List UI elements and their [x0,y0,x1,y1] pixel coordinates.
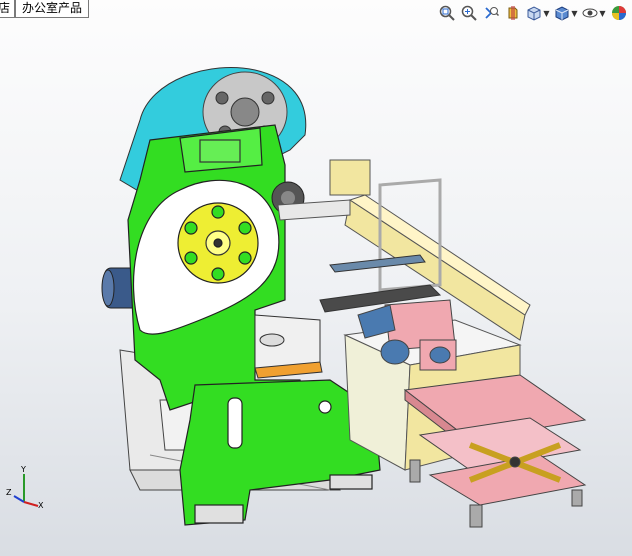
die-bed [254,314,323,379]
coordinate-triad: Y Z X [6,465,44,510]
triad-y-label: Y [20,465,26,474]
triad-x-label: X [38,501,44,510]
punch-press-assembly-model[interactable] [0,0,632,556]
triad-z-label: Z [6,488,12,497]
